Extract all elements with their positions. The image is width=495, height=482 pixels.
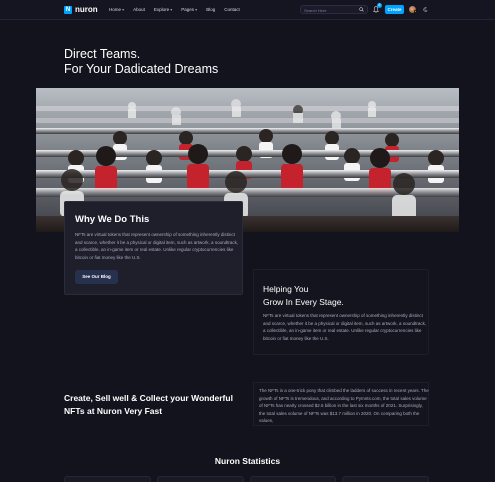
menu-item-home[interactable]: Home [109,7,124,13]
search-input[interactable] [304,7,354,13]
menu-item-blog[interactable]: Blog [206,7,215,13]
why-card: Why We Do This NFTs are virtual tokens t… [64,201,243,295]
why-title: Why We Do This [75,214,150,225]
statistics-cards [64,476,429,482]
nfts-body: The NFTs is a one-trick pony that climbe… [259,388,429,423]
why-body: NFTs are virtual tokens that represent o… [75,232,239,260]
statistics-title: Nuron Statistics [214,456,281,466]
stat-card [342,476,429,482]
create-button[interactable]: Create [385,5,404,14]
help-body: NFTs are virtual tokens that represent o… [263,313,427,341]
menu-item-contact[interactable]: Contact [224,7,240,13]
search-icon[interactable] [359,7,364,12]
menu-item-about[interactable]: About [133,7,145,13]
logo[interactable]: N nuron [64,6,98,14]
avatar-status-dot [414,10,417,13]
menu-item-explore[interactable]: Explore [154,7,172,13]
stat-card [64,476,151,482]
search-box [300,5,368,14]
stat-card [156,476,244,482]
hero-title: Direct Teams. For Your Dadicated Dreams [64,47,304,77]
notification-badge: 6 [377,3,382,8]
menu-item-pages[interactable]: Pages [181,7,197,13]
help-card: Helping You Grow In Every Stage. NFTs ar… [253,269,429,355]
nfts-text-card: The NFTs is a one-trick pony that climbe… [253,382,429,426]
moon-icon[interactable] [423,7,428,12]
see-our-blog-button[interactable]: See Our Blog [75,270,118,284]
create-section-title: Create, Sell well & Collect your Wonderf… [64,393,233,416]
logo-mark: N [64,6,72,14]
help-title-line-1: Helping You [263,284,309,294]
help-title-line-2: Grow In Every Stage. [263,297,344,307]
stat-card [249,476,337,482]
hero-title-line-1: Direct Teams. [64,47,141,61]
main-menu: Home About Explore Pages Blog Contact [109,7,240,13]
help-title: Helping You Grow In Every Stage. [263,283,423,309]
hero-title-line-2: For Your Dadicated Dreams [64,62,219,76]
logo-text: nuron [75,5,98,14]
top-navbar: N nuron Home About Explore Pages Blog Co… [0,0,495,20]
